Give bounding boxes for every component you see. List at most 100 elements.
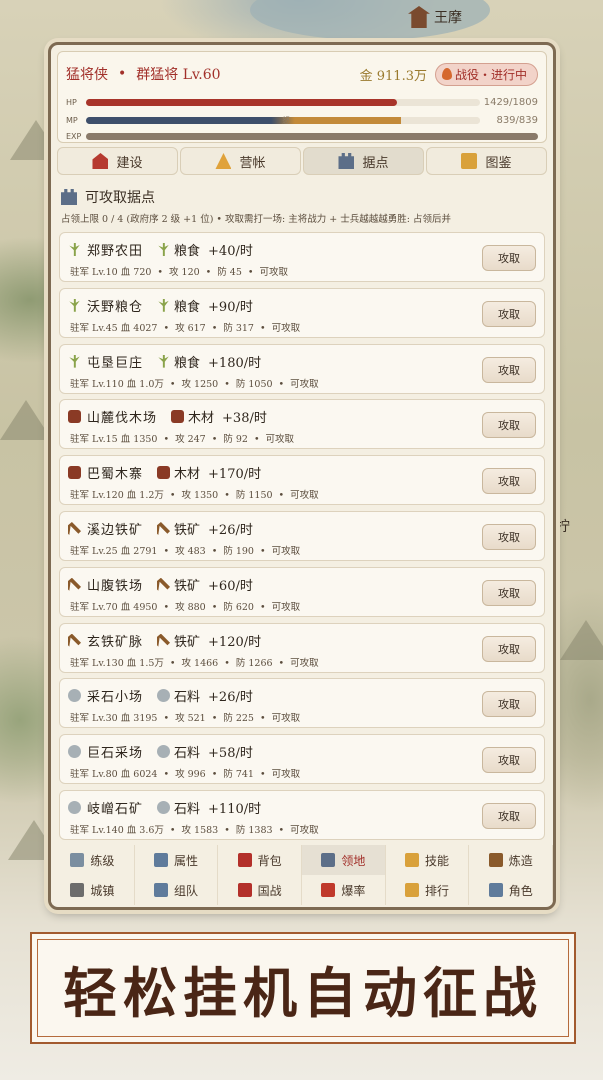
- attack-button[interactable]: 攻取: [482, 691, 536, 718]
- nav-item-dice[interactable]: 爆率: [302, 875, 386, 905]
- stronghold-row: 山麓伐木场 木材 +38/时 驻军 Lv.15 血 1350 • 攻 247 • 防 92 • 可…: [59, 399, 545, 450]
- mountain-icon: [560, 620, 603, 660]
- nav-item-label: 领地: [341, 853, 366, 868]
- stronghold-resource: 铁矿 +60/时: [157, 575, 253, 594]
- attack-button[interactable]: 攻取: [482, 579, 536, 606]
- stone-icon: [68, 745, 81, 759]
- stronghold-header: 巴蜀木寨 木材 +170/时: [68, 463, 261, 482]
- stronghold-resource: 铁矿 +120/时: [157, 631, 261, 650]
- hp-bar-fill: [86, 98, 398, 106]
- garrison-level: Lv.110: [92, 378, 124, 390]
- resource-rate: +180/时: [208, 355, 262, 371]
- nav-item-team[interactable]: 组队: [134, 875, 219, 905]
- tab-camp[interactable]: 营帐: [180, 147, 301, 175]
- resource-name: 木材: [174, 467, 201, 483]
- gold-amount: 金 911.3万: [359, 68, 427, 84]
- stronghold-row: 溪边铁矿 铁矿 +26/时 驻军 Lv.25 血 2791 • 攻 483 • 防 190 • 可…: [59, 511, 545, 561]
- nav-item-crossed-swords[interactable]: 练级: [51, 845, 135, 875]
- grain-icon: [158, 243, 169, 256]
- garrison-level: Lv.70: [92, 601, 118, 613]
- garrison-label: 驻军: [70, 769, 90, 781]
- garrison-attack: 攻 880: [175, 601, 206, 613]
- resource-name: 粮食: [174, 355, 201, 371]
- garrison-level: Lv.120: [92, 490, 124, 502]
- mountain-icon: [0, 400, 52, 440]
- nav-item-character[interactable]: 角色: [469, 875, 553, 905]
- garrison-defense: 防 1383: [235, 825, 273, 836]
- nav-item-backpack[interactable]: 背包: [218, 845, 303, 875]
- stronghold-status: 可攻取: [290, 825, 319, 836]
- section-title-text: 可攻取据点: [85, 190, 155, 206]
- stronghold-status: 可攻取: [271, 546, 301, 557]
- hp-label: HP: [66, 97, 77, 107]
- tab-codex-label: 图鉴: [485, 155, 512, 171]
- mp-label: MP: [66, 115, 78, 125]
- pickaxe-icon: [157, 522, 171, 535]
- attack-button[interactable]: 攻取: [482, 747, 536, 774]
- stronghold-header: 山麓伐木场 木材 +38/时: [68, 407, 267, 426]
- wood-icon: [157, 466, 171, 480]
- attack-button[interactable]: 攻取: [482, 300, 536, 327]
- resource-name: 石料: [174, 802, 201, 817]
- stronghold-name: 巴蜀木寨: [87, 467, 144, 483]
- hammer-icon: [488, 853, 503, 867]
- stronghold-stats: 驻军 Lv.140 血 3.6万 • 攻 1583 • 防 1383 • 可攻取: [70, 825, 319, 836]
- garrison-defense: 防 225: [223, 713, 254, 725]
- garrison-defense: 防 1266: [235, 657, 273, 669]
- battle-status-button[interactable]: 战役・进行中: [434, 62, 538, 86]
- stone-icon: [68, 801, 81, 814]
- attack-button[interactable]: 攻取: [482, 803, 536, 829]
- garrison-level: Lv.45: [92, 322, 118, 334]
- map-location-label[interactable]: 王摩: [408, 6, 462, 28]
- nav-row-secondary: 城镇 组队 国战 爆率 排行 角色: [51, 875, 553, 905]
- grain-icon: [69, 298, 80, 312]
- tab-build-label: 建设: [116, 155, 143, 171]
- attack-button[interactable]: 攻取: [482, 412, 536, 439]
- pickaxe-icon: [157, 577, 171, 591]
- map-location-name: 王摩: [434, 10, 462, 26]
- stronghold-row: 沃野粮仓 粮食 +90/时 驻军 Lv.45 血 4027 • 攻 617 • 防 317 • 可…: [59, 287, 545, 338]
- attack-button[interactable]: 攻取: [482, 524, 536, 550]
- nav-item-label: 组队: [174, 883, 199, 898]
- garrison-label: 驻军: [70, 378, 90, 390]
- resource-name: 铁矿: [174, 634, 201, 650]
- pickaxe-icon: [68, 522, 81, 535]
- tab-codex[interactable]: 图鉴: [426, 147, 547, 175]
- nav-item-scroll[interactable]: 技能: [385, 845, 470, 875]
- resource-name: 木材: [188, 411, 215, 427]
- stronghold-header: 山腹铁场 铁矿 +60/时: [68, 575, 253, 594]
- territory-tabs: 建设 营帐 据点 图鉴: [57, 147, 547, 175]
- rage-label: 怒: [282, 115, 290, 125]
- garrison-label: 驻军: [70, 657, 90, 669]
- stronghold-name: 岐嶒石矿: [87, 802, 144, 817]
- stats-chart-icon: [154, 853, 168, 867]
- grain-icon: [69, 354, 80, 368]
- garrison-hp: 血 1.5万: [126, 657, 164, 669]
- nav-item-stats-chart[interactable]: 属性: [134, 845, 219, 875]
- garrison-defense: 防 92: [223, 434, 248, 446]
- garrison-label: 驻军: [70, 601, 90, 613]
- nav-item-palace[interactable]: 国战: [218, 875, 303, 905]
- attack-button[interactable]: 攻取: [482, 356, 536, 383]
- nav-item-hammer[interactable]: 炼造: [469, 845, 553, 875]
- stone-icon: [157, 801, 171, 814]
- tab-build[interactable]: 建设: [57, 147, 178, 175]
- stronghold-row: 巨石采场 石料 +58/时 驻军 Lv.80 血 6024 • 攻 996 • 防 741 • 可…: [59, 734, 545, 785]
- player-status-card: 猛将侠 • 群猛将 Lv.60 金 911.3万 战役・进行中 HP 1429/…: [57, 51, 547, 143]
- attack-button[interactable]: 攻取: [482, 635, 536, 662]
- attack-button[interactable]: 攻取: [482, 468, 536, 495]
- stronghold-name: 溪边铁矿: [87, 523, 144, 538]
- stronghold-list[interactable]: 郑野农田 粮食 +40/时 驻军 Lv.10 血 720 • 攻 120 • 防 45 • 可攻取…: [59, 232, 545, 840]
- stronghold-status: 可攻取: [290, 657, 319, 669]
- nav-item-territory[interactable]: 领地: [302, 845, 386, 875]
- exp-bar: [86, 132, 538, 140]
- resource-rate: +170/时: [208, 467, 262, 483]
- stronghold-status: 可攻取: [271, 322, 301, 334]
- scroll-icon: [405, 853, 420, 867]
- tab-strongholds[interactable]: 据点: [303, 147, 424, 175]
- resource-rate: +60/时: [208, 578, 253, 594]
- nav-item-town[interactable]: 城镇: [51, 875, 135, 905]
- attack-button[interactable]: 攻取: [482, 245, 536, 271]
- nav-item-trophy[interactable]: 排行: [385, 875, 470, 905]
- grain-icon: [158, 354, 169, 368]
